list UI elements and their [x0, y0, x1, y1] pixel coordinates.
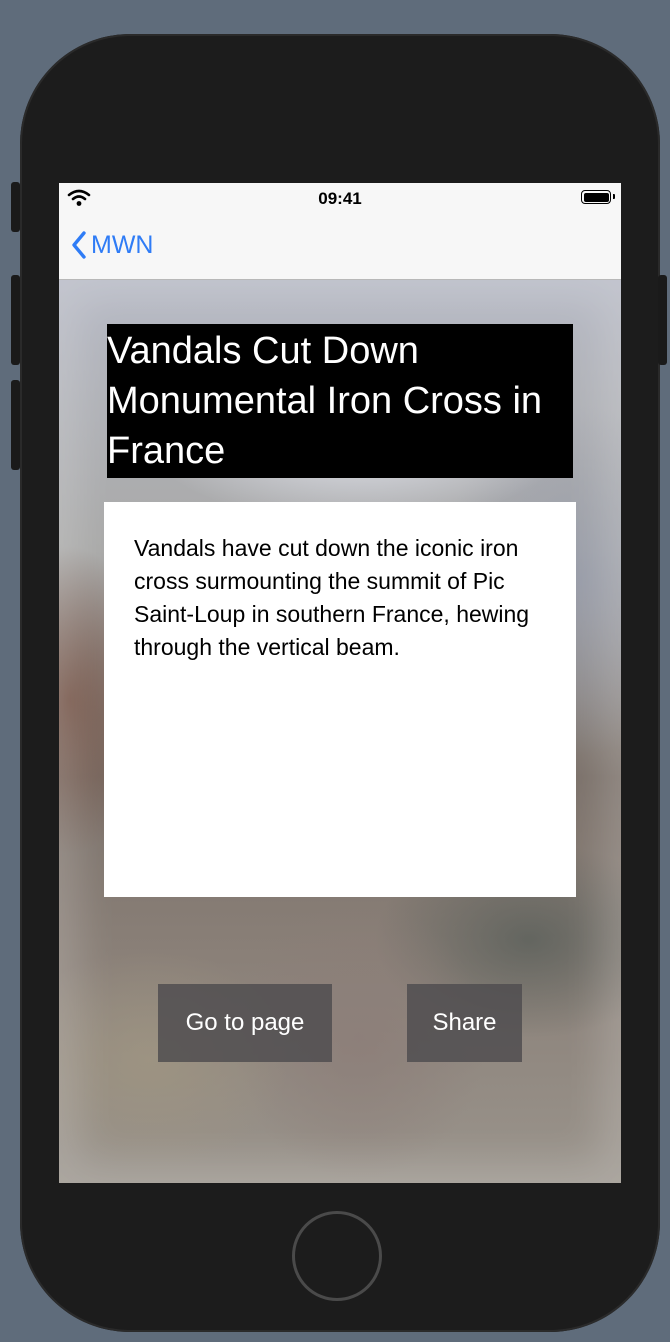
- silent-switch: [11, 182, 20, 232]
- home-button[interactable]: [292, 1211, 382, 1301]
- battery-icon: [581, 190, 615, 204]
- status-bar: 09:41: [59, 183, 621, 213]
- device-screen: 09:41 MWN Vandals Cut Down Monumental Ir…: [59, 183, 621, 1183]
- summary-card: Vandals have cut down the iconic iron cr…: [104, 502, 576, 897]
- go-to-page-button[interactable]: Go to page: [158, 984, 332, 1062]
- article-title: Vandals Cut Down Monumental Iron Cross i…: [107, 324, 573, 478]
- article-background-image: Vandals Cut Down Monumental Iron Cross i…: [59, 280, 621, 1183]
- status-time: 09:41: [318, 189, 362, 208]
- back-button-label: MWN: [91, 230, 154, 259]
- volume-down-button: [11, 380, 20, 470]
- share-button[interactable]: Share: [407, 984, 522, 1062]
- power-button: [658, 275, 667, 365]
- chevron-left-icon: [72, 231, 86, 259]
- back-button[interactable]: MWN: [71, 227, 153, 263]
- article-summary: Vandals have cut down the iconic iron cr…: [134, 535, 530, 660]
- navigation-bar: MWN: [59, 213, 621, 280]
- volume-up-button: [11, 275, 20, 365]
